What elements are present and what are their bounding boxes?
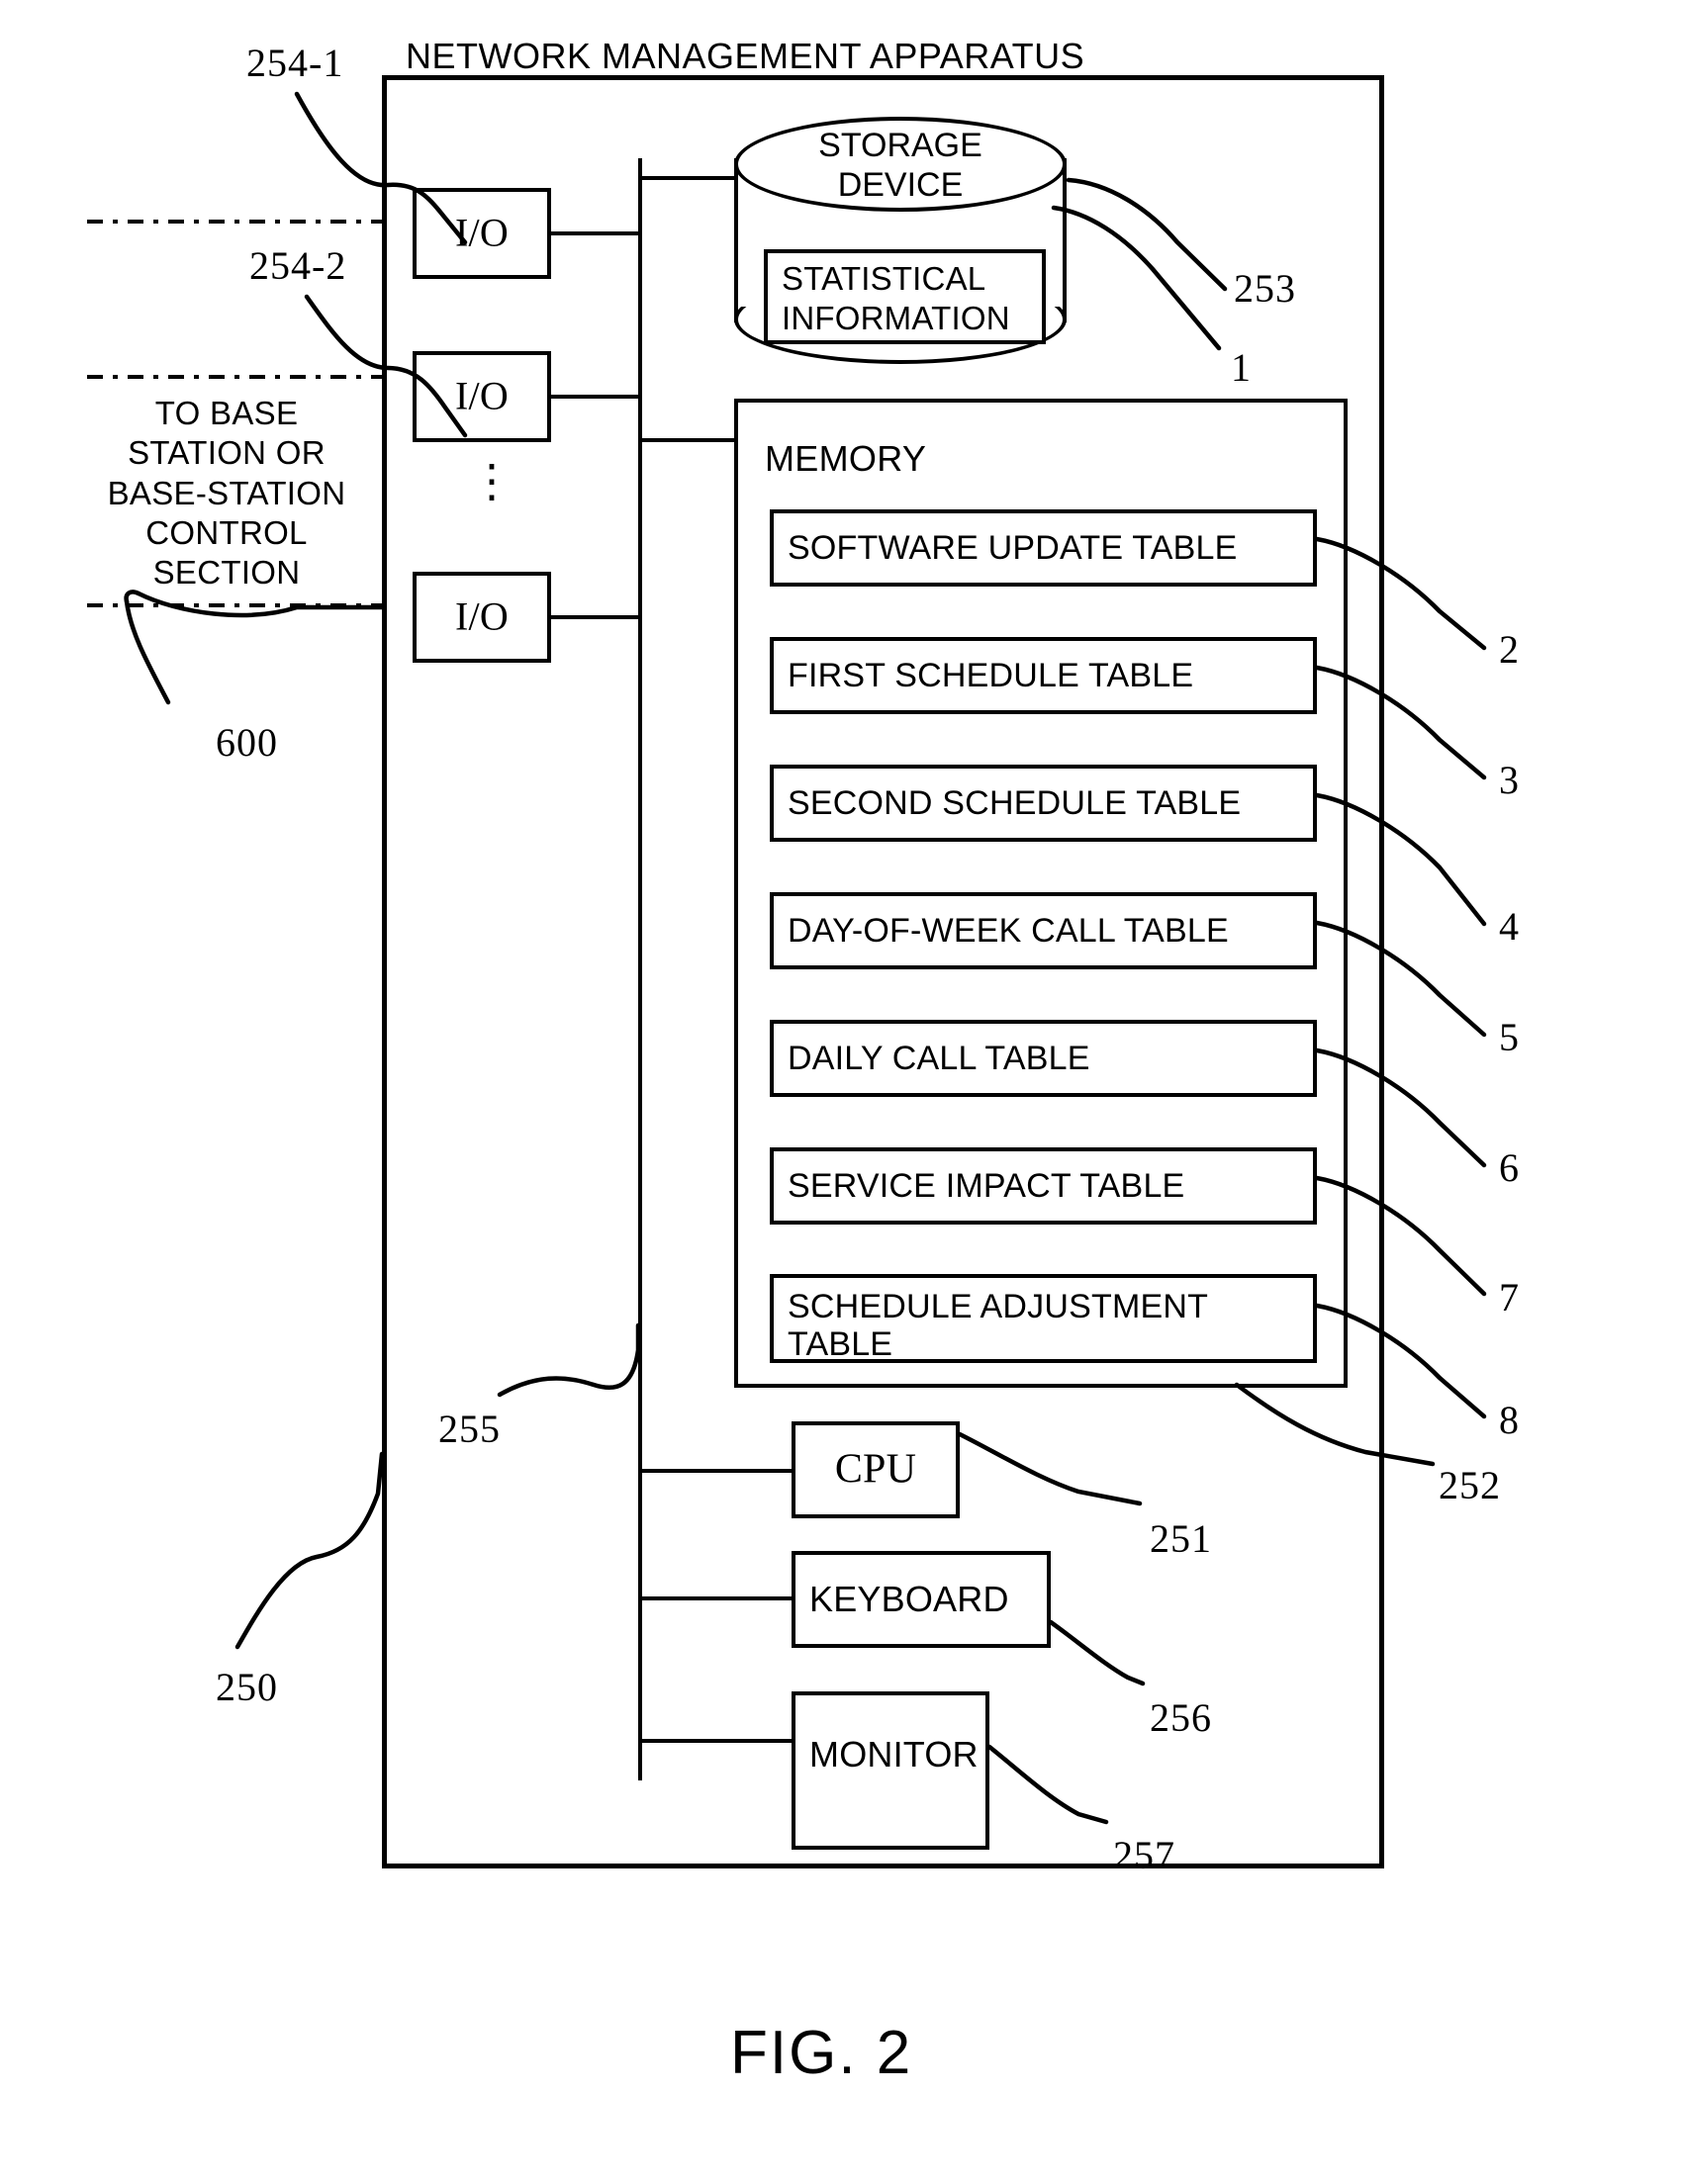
- bus-stub-keyboard: [638, 1596, 792, 1600]
- statistical-information-line1: STATISTICAL: [782, 260, 986, 297]
- memory-title: MEMORY: [765, 438, 927, 479]
- cpu-label: CPU: [834, 1446, 917, 1493]
- io-port-3: I/O: [413, 572, 551, 663]
- io-port-2: I/O: [413, 351, 551, 442]
- bus-stub-io2: [551, 395, 640, 399]
- io-ports-ellipsis-icon: ⋮: [469, 455, 514, 506]
- day-of-week-call-table-label: DAY-OF-WEEK CALL TABLE: [788, 911, 1229, 950]
- base-station-link-line-1: [87, 220, 394, 224]
- to-base-station-label: TO BASE STATION OR BASE-STATION CONTROL …: [107, 395, 346, 591]
- figure-caption: FIG. 2: [730, 2019, 913, 2087]
- second-schedule-table-label: SECOND SCHEDULE TABLE: [788, 783, 1242, 822]
- software-update-table-label: SOFTWARE UPDATE TABLE: [788, 528, 1238, 567]
- storage-device-title-line1: STORAGE: [818, 127, 982, 164]
- daily-call-table-label: DAILY CALL TABLE: [788, 1039, 1090, 1077]
- schedule-adjustment-table: SCHEDULE ADJUSTMENT TABLE: [770, 1274, 1317, 1363]
- ref-250: 250: [216, 1665, 278, 1709]
- day-of-week-call-table: DAY-OF-WEEK CALL TABLE: [770, 892, 1317, 969]
- statistical-information-box: STATISTICAL INFORMATION: [764, 249, 1046, 344]
- ref-252: 252: [1439, 1463, 1501, 1507]
- ref-6: 6: [1499, 1145, 1520, 1190]
- base-station-link-line-3: [87, 603, 394, 607]
- statistical-information-line2: INFORMATION: [782, 300, 1010, 336]
- ref-254-2: 254-2: [249, 243, 347, 288]
- io-port-2-label: I/O: [455, 373, 509, 418]
- schedule-adjustment-table-label: SCHEDULE ADJUSTMENT TABLE: [788, 1288, 1208, 1364]
- ref-5: 5: [1499, 1015, 1520, 1059]
- io-port-3-label: I/O: [455, 593, 509, 639]
- bus-stub-memory: [638, 438, 737, 442]
- internal-bus: [638, 158, 642, 1780]
- service-impact-table: SERVICE IMPACT TABLE: [770, 1147, 1317, 1225]
- keyboard-box: KEYBOARD: [792, 1551, 1051, 1648]
- bus-stub-monitor: [638, 1739, 792, 1743]
- bus-stub-storage: [638, 176, 737, 180]
- patent-figure-page: NETWORK MANAGEMENT APPARATUS TO BASE STA…: [0, 0, 1681, 2184]
- bus-stub-io3: [551, 615, 640, 619]
- base-station-link-line-2: [87, 375, 394, 379]
- daily-call-table: DAILY CALL TABLE: [770, 1020, 1317, 1097]
- storage-device-title-line2: DEVICE: [837, 166, 964, 204]
- ref-2: 2: [1499, 627, 1520, 672]
- ref-256: 256: [1150, 1695, 1212, 1740]
- second-schedule-table: SECOND SCHEDULE TABLE: [770, 765, 1317, 842]
- io-port-1-label: I/O: [455, 210, 509, 255]
- ref-251: 251: [1150, 1516, 1212, 1561]
- ref-4: 4: [1499, 904, 1520, 949]
- first-schedule-table-label: FIRST SCHEDULE TABLE: [788, 656, 1194, 694]
- monitor-box: MONITOR: [792, 1691, 989, 1850]
- ref-600: 600: [216, 720, 278, 765]
- bus-stub-cpu: [638, 1469, 792, 1473]
- ref-257: 257: [1113, 1833, 1175, 1877]
- ref-3: 3: [1499, 758, 1520, 802]
- io-port-1: I/O: [413, 188, 551, 279]
- ref-8: 8: [1499, 1398, 1520, 1442]
- software-update-table: SOFTWARE UPDATE TABLE: [770, 509, 1317, 587]
- keyboard-label: KEYBOARD: [809, 1578, 1009, 1619]
- ref-254-1: 254-1: [246, 41, 344, 85]
- monitor-label: MONITOR: [809, 1734, 979, 1774]
- ref-1: 1: [1231, 345, 1252, 390]
- first-schedule-table: FIRST SCHEDULE TABLE: [770, 637, 1317, 714]
- ref-7: 7: [1499, 1275, 1520, 1320]
- bus-stub-io1: [551, 231, 640, 235]
- ref-255: 255: [438, 1407, 501, 1451]
- service-impact-table-label: SERVICE IMPACT TABLE: [788, 1166, 1185, 1205]
- ref-253: 253: [1234, 266, 1296, 311]
- cpu-box: CPU: [792, 1421, 960, 1518]
- apparatus-title: NETWORK MANAGEMENT APPARATUS: [406, 36, 1085, 76]
